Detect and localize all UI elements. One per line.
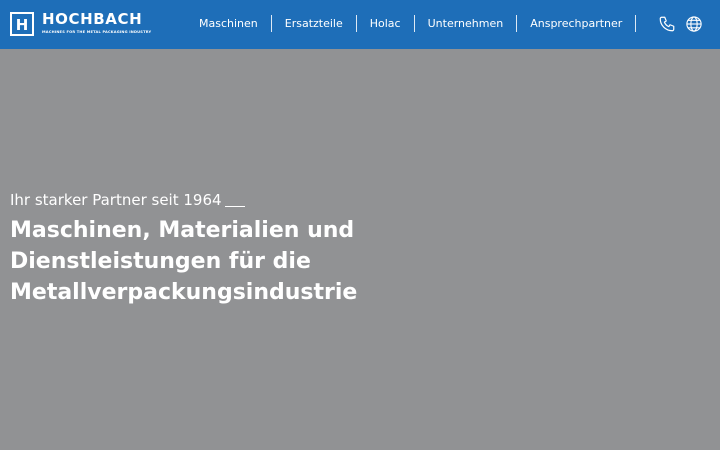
nav-item-maschinen[interactable]: Maschinen [186,15,272,32]
hero-kicker: Ihr starker Partner seit 1964 [10,191,222,209]
hochbach-logo-mark-icon: H [10,12,34,36]
header-icons [658,15,704,35]
logo-mark-letter: H [16,16,29,34]
nav-item-ansprechpartner[interactable]: Ansprechpartner [517,15,637,32]
globe-icon[interactable] [685,15,703,33]
hero-title-line: Metallverpackungsindustrie [10,280,358,305]
phone-icon[interactable] [658,15,676,33]
logo-tagline: MACHINES FOR THE METAL PACKAGING INDUSTR… [42,30,152,34]
hero-title: Maschinen, Materialien und Dienstleistun… [10,215,430,308]
hero-kicker-divider [225,206,245,207]
hero-title-line: Maschinen, Materialien und [10,218,355,243]
hero-title-line: Dienstleistungen für die [10,249,311,274]
nav-item-unternehmen[interactable]: Unternehmen [415,15,518,32]
nav-item-ersatzteile[interactable]: Ersatzteile [272,15,357,32]
nav-item-holac[interactable]: Holac [357,15,415,32]
main-nav: Maschinen Ersatzteile Holac Unternehmen … [186,15,637,32]
logo[interactable]: H HOCHBACH MACHINES FOR THE METAL PACKAG… [10,10,151,39]
logo-name: HOCHBACH [42,10,143,28]
site-header: H HOCHBACH MACHINES FOR THE METAL PACKAG… [0,0,720,49]
